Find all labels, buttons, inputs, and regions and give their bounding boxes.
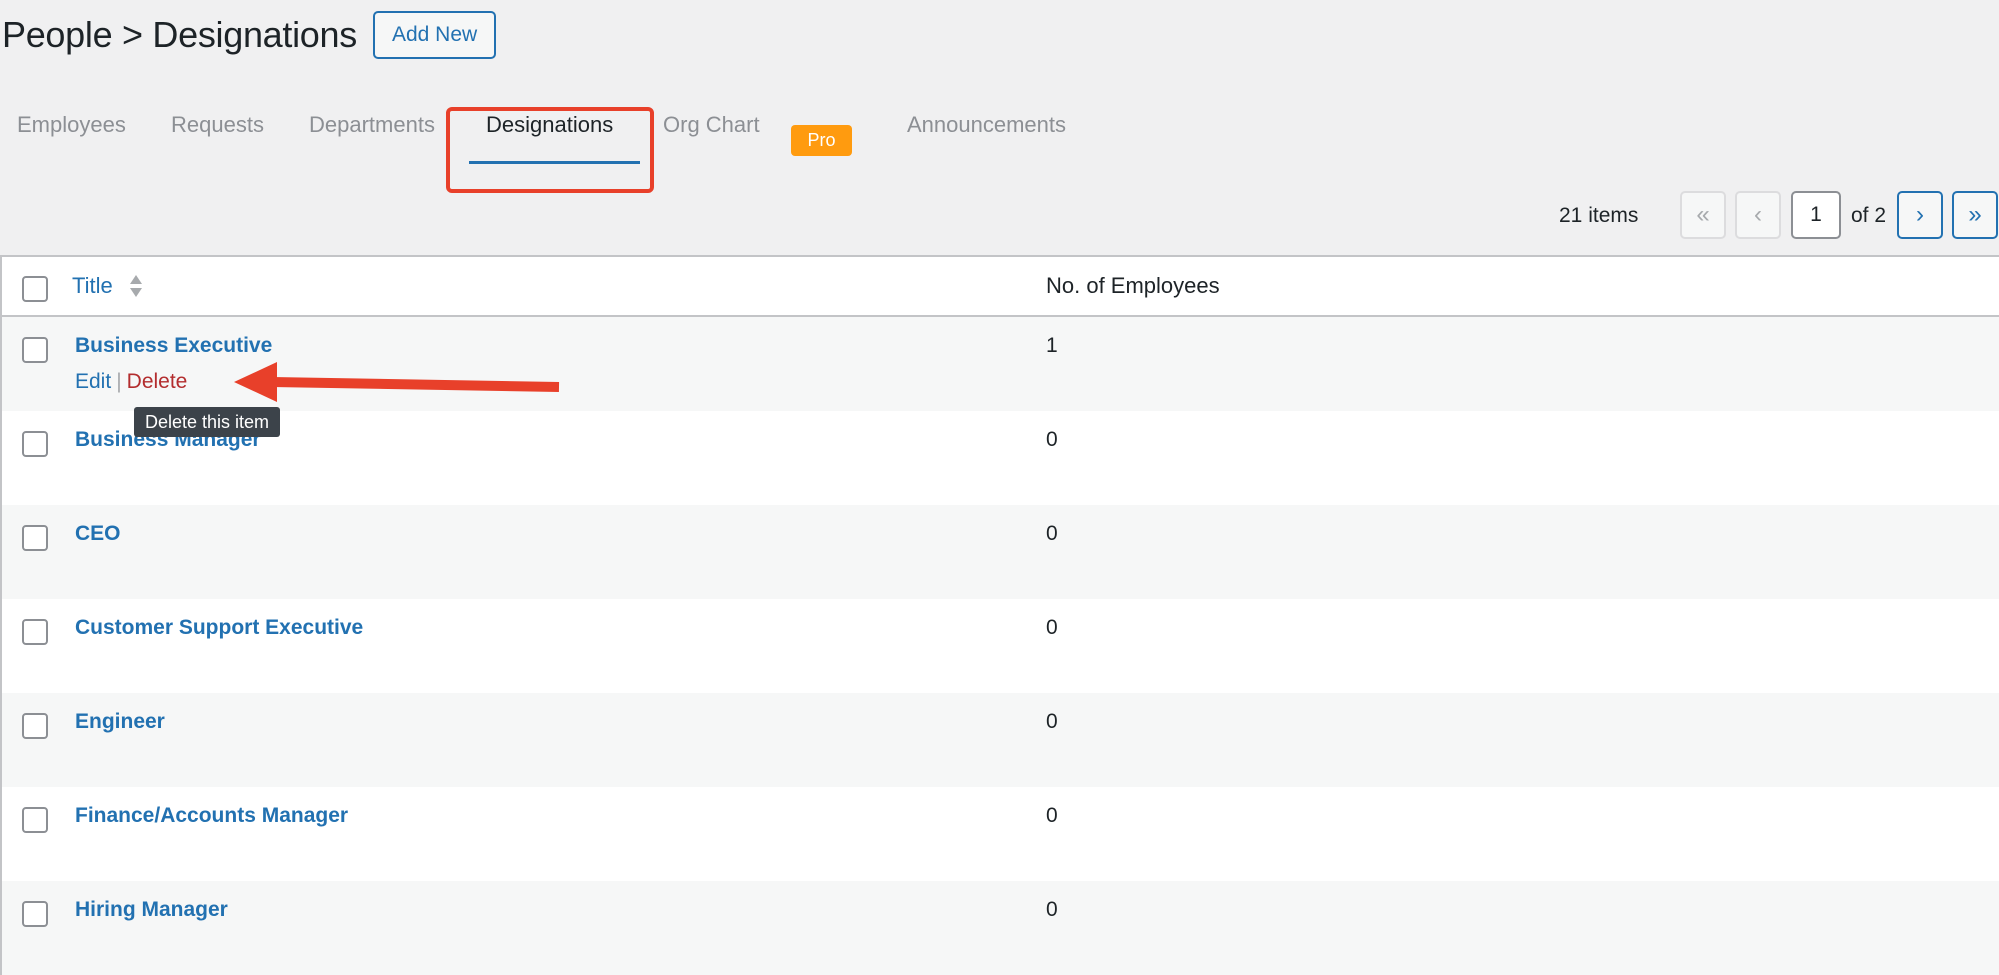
table-row: Customer Support Executive 0: [2, 599, 1999, 693]
row-employee-count: 0: [1046, 804, 1058, 827]
edit-link[interactable]: Edit: [75, 370, 111, 393]
page-header: People > Designations Add New: [0, 10, 497, 60]
action-separator: |: [116, 370, 122, 393]
tab-employees[interactable]: Employees: [17, 112, 126, 138]
row-actions: Edit | Delete: [75, 370, 187, 394]
row-checkbox[interactable]: [22, 525, 48, 551]
row-title-link[interactable]: Engineer: [75, 710, 165, 734]
column-title-header[interactable]: Title: [72, 273, 113, 299]
row-employee-count: 0: [1046, 710, 1058, 733]
row-employee-count: 0: [1046, 428, 1058, 451]
column-employees-header: No. of Employees: [1046, 273, 1220, 298]
tab-announcements[interactable]: Announcements: [907, 112, 1066, 138]
row-employee-count: 0: [1046, 522, 1058, 545]
row-checkbox[interactable]: [22, 431, 48, 457]
items-count: 21 items: [1559, 204, 1639, 227]
row-employee-count: 0: [1046, 616, 1058, 639]
tab-requests[interactable]: Requests: [171, 112, 264, 138]
row-title-link[interactable]: Business Executive: [75, 334, 272, 358]
sort-icon[interactable]: [128, 273, 144, 299]
first-page-icon[interactable]: «: [1680, 191, 1726, 239]
select-all-checkbox[interactable]: [22, 276, 48, 302]
row-title-link[interactable]: Customer Support Executive: [75, 616, 363, 640]
table-row: Hiring Manager 0: [2, 881, 1999, 975]
last-page-icon[interactable]: »: [1952, 191, 1998, 239]
current-page-input[interactable]: 1: [1791, 191, 1841, 239]
pro-badge: Pro: [791, 125, 852, 156]
next-page-icon[interactable]: ›: [1897, 191, 1943, 239]
page-title: People > Designations: [2, 14, 357, 55]
delete-tooltip: Delete this item: [134, 407, 281, 437]
row-checkbox[interactable]: [22, 619, 48, 645]
table-row: Finance/Accounts Manager 0: [2, 787, 1999, 881]
tab-org-chart[interactable]: Org Chart: [663, 112, 760, 138]
table-row: Engineer 0: [2, 693, 1999, 787]
designations-table: Title No. of Employees Business Executiv…: [0, 255, 1999, 975]
row-checkbox[interactable]: [22, 901, 48, 927]
row-checkbox[interactable]: [22, 337, 48, 363]
pagination: 21 items « ‹ 1 of 2 › »: [1559, 190, 1999, 240]
add-new-button[interactable]: Add New: [372, 11, 497, 59]
table-row: Business Manager 0: [2, 411, 1999, 505]
row-employee-count: 0: [1046, 898, 1058, 921]
delete-link[interactable]: Delete: [127, 370, 188, 393]
total-pages-label: of 2: [1851, 204, 1887, 227]
row-title-link[interactable]: CEO: [75, 522, 121, 546]
row-checkbox[interactable]: [22, 807, 48, 833]
tab-departments[interactable]: Departments: [309, 112, 435, 138]
table-row: Business Executive Edit | Delete 1: [2, 317, 1999, 411]
row-title-link[interactable]: Hiring Manager: [75, 898, 228, 922]
row-employee-count: 1: [1046, 334, 1058, 357]
prev-page-icon[interactable]: ‹: [1735, 191, 1781, 239]
row-checkbox[interactable]: [22, 713, 48, 739]
table-row: CEO 0: [2, 505, 1999, 599]
table-header: Title No. of Employees: [2, 257, 1999, 317]
row-title-link[interactable]: Finance/Accounts Manager: [75, 804, 348, 828]
annotation-highlight-box: [446, 107, 654, 193]
